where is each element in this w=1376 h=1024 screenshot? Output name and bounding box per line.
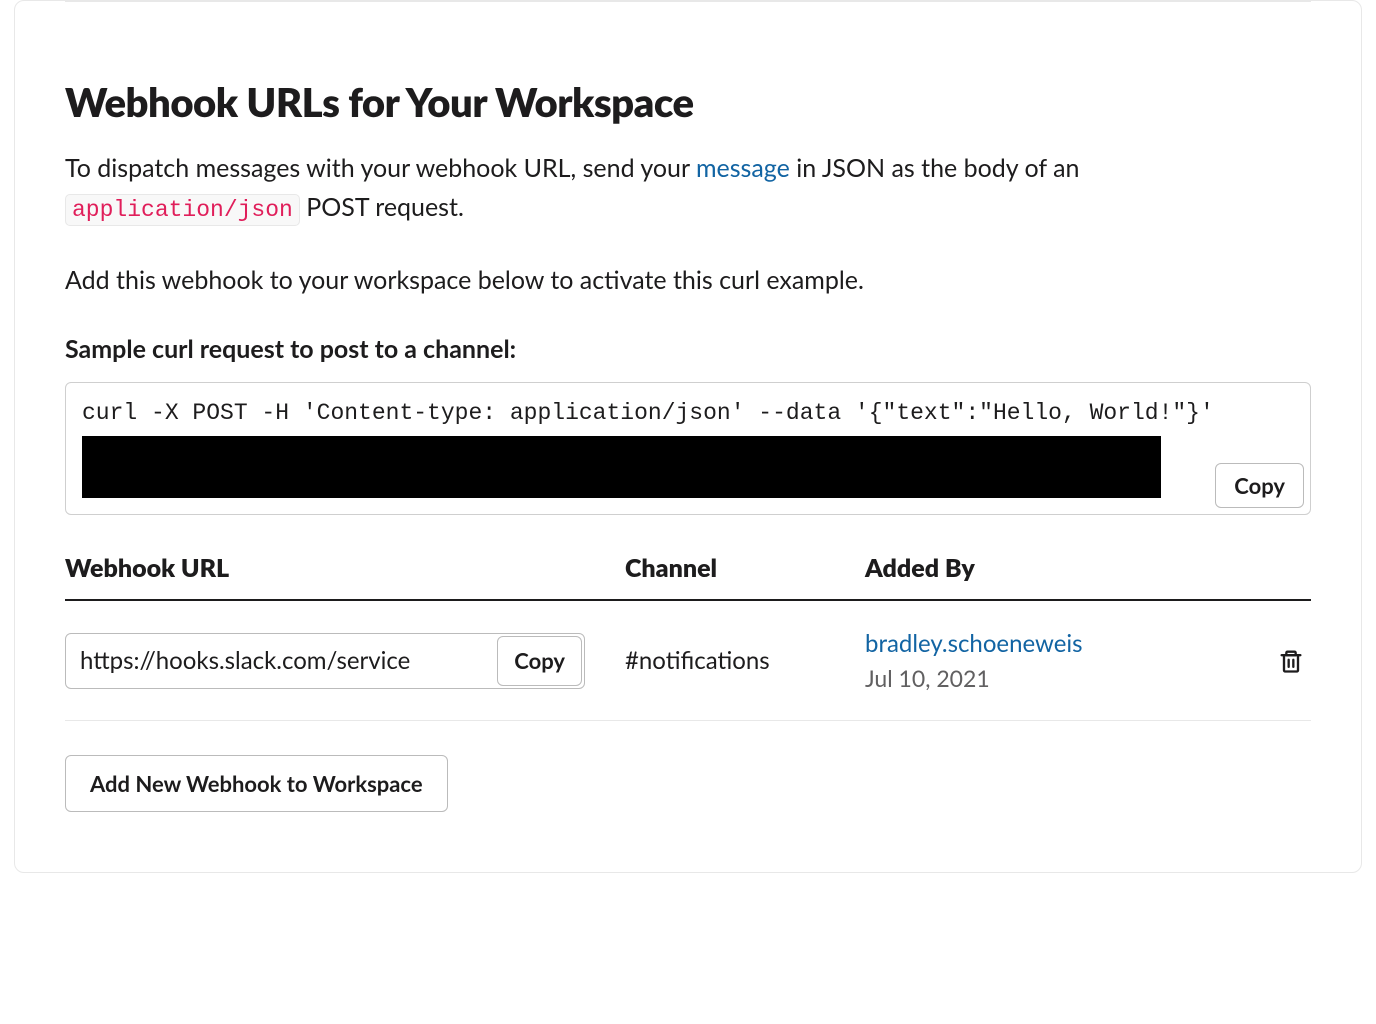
header-added-by: Added By — [865, 553, 1261, 583]
table-row: Copy #notifications bradley.schoeneweis … — [65, 601, 1311, 721]
curl-code-block: curl -X POST -H 'Content-type: applicati… — [65, 382, 1311, 515]
webhook-url-field-wrap: Copy — [65, 633, 585, 689]
webhook-table-header: Webhook URL Channel Added By — [65, 553, 1311, 601]
activate-description: Add this webhook to your workspace below… — [65, 262, 1311, 300]
section-title: Webhook URLs for Your Workspace — [65, 79, 1311, 125]
cell-actions — [1261, 641, 1311, 681]
section-description: To dispatch messages with your webhook U… — [65, 149, 1311, 228]
desc-text-3: POST request. — [300, 192, 464, 222]
added-by-user-link[interactable]: bradley.schoeneweis — [865, 629, 1261, 658]
curl-code-text: curl -X POST -H 'Content-type: applicati… — [82, 397, 1294, 430]
copy-curl-button[interactable]: Copy — [1215, 463, 1304, 508]
cell-added-by: bradley.schoeneweis Jul 10, 2021 — [865, 629, 1261, 692]
desc-text-1: To dispatch messages with your webhook U… — [65, 153, 696, 183]
desc-text-2: in JSON as the body of an — [790, 153, 1080, 183]
header-channel: Channel — [625, 553, 865, 583]
add-new-webhook-button[interactable]: Add New Webhook to Workspace — [65, 755, 448, 812]
delete-webhook-button[interactable] — [1271, 641, 1311, 681]
cell-channel: #notifications — [625, 646, 865, 675]
header-webhook-url: Webhook URL — [65, 553, 625, 583]
content-type-code: application/json — [65, 194, 300, 226]
message-link[interactable]: message — [696, 153, 790, 183]
cell-webhook-url: Copy — [65, 633, 625, 689]
added-by-date: Jul 10, 2021 — [865, 664, 1261, 692]
sample-curl-label: Sample curl request to post to a channel… — [65, 334, 1311, 364]
redacted-url-bar — [82, 436, 1161, 498]
copy-url-button[interactable]: Copy — [497, 636, 582, 686]
trash-icon — [1277, 647, 1305, 675]
webhook-urls-card: Webhook URLs for Your Workspace To dispa… — [14, 0, 1362, 873]
